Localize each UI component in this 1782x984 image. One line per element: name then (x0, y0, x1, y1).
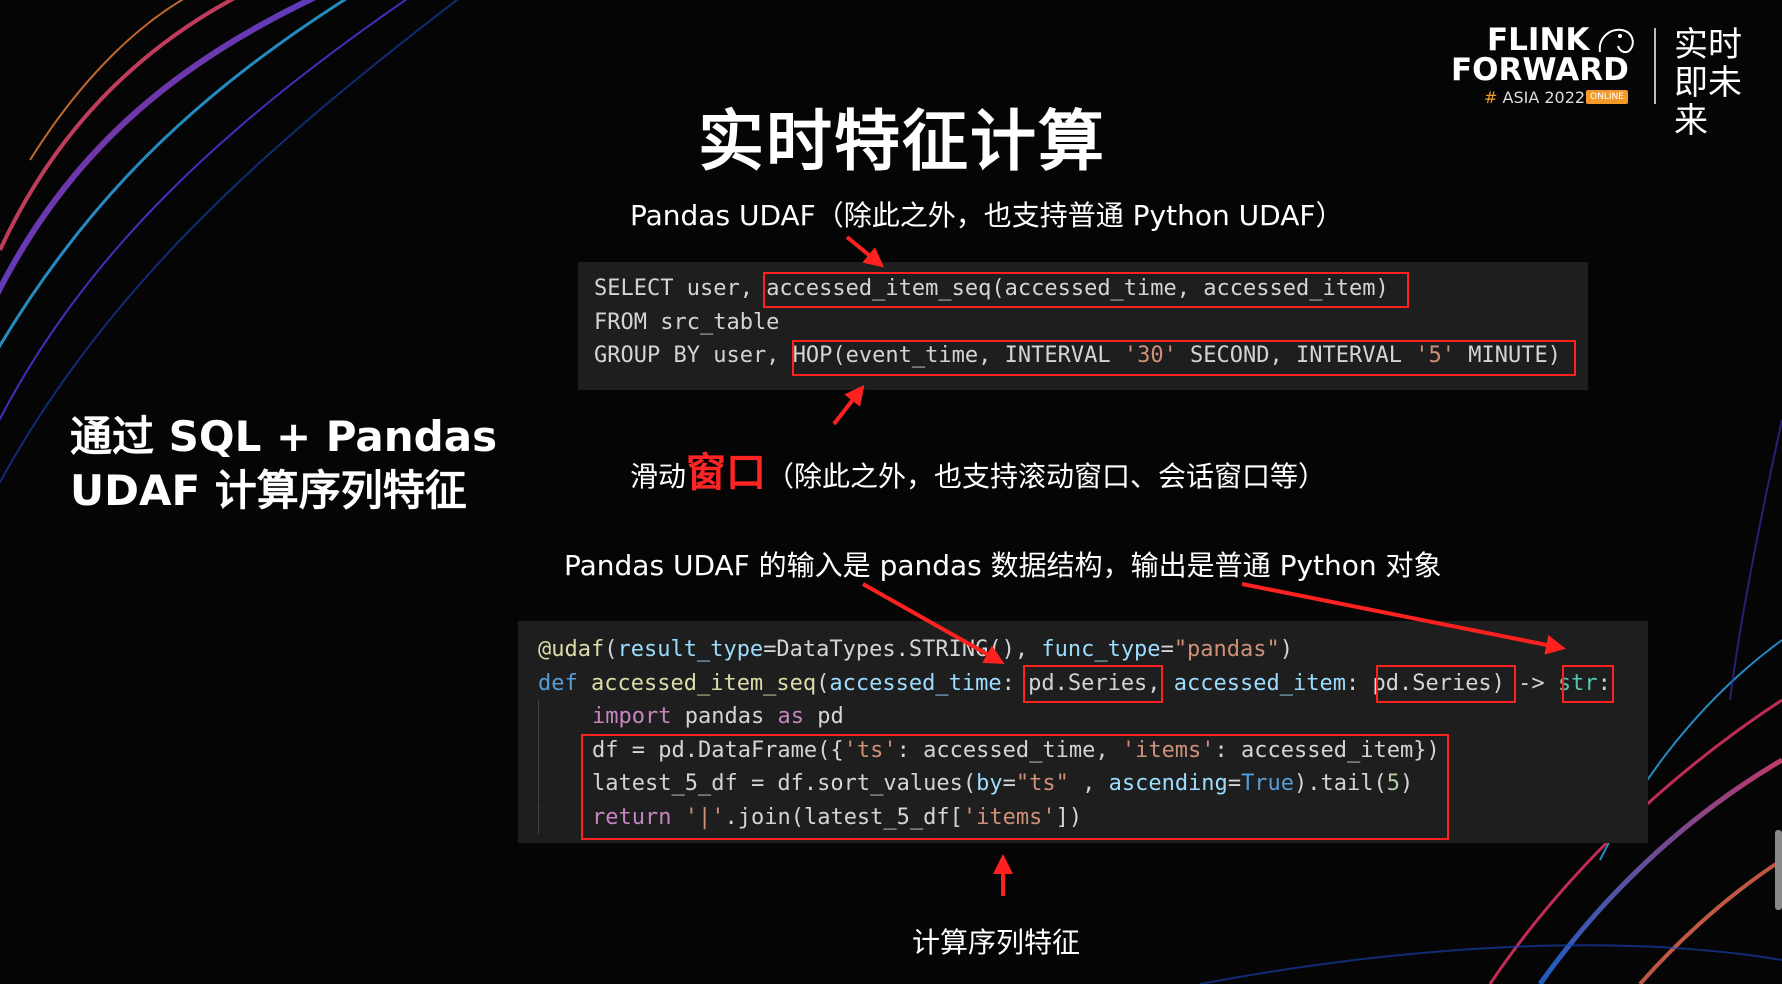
highlight-return-type (1562, 665, 1614, 703)
annotation-window-suffix: （除此之外，也支持滚动窗口、会话窗口等） (766, 460, 1327, 493)
slide-title: 实时特征计算 (698, 103, 1106, 180)
code-line: @udaf(result_type=DataTypes.STRING(), fu… (538, 633, 1628, 667)
annotation-compute-sequence: 计算序列特征 (912, 926, 1081, 959)
code-line: FROM src_table (594, 306, 1572, 340)
code-token: result_type (617, 637, 764, 662)
code-token: SELECT user, (594, 276, 767, 301)
code-token: ( (816, 670, 830, 696)
online-badge: ONLINE (1586, 90, 1628, 104)
highlight-hop-window (792, 340, 1576, 376)
logo-divider (1654, 28, 1656, 104)
highlight-input-type-1 (1023, 665, 1163, 703)
scrollbar[interactable] (1775, 830, 1782, 910)
code-token: pd (803, 704, 844, 729)
code-token: @udaf (538, 637, 605, 662)
highlight-function-body (581, 734, 1449, 840)
code-token: func_type (1041, 637, 1161, 662)
code-token: = (1160, 637, 1174, 662)
code-token: accessed_item (1173, 670, 1346, 696)
code-token: accessed_time (829, 670, 1002, 696)
side-title: 通过 SQL + Pandas UDAF 计算序列特征 (70, 412, 498, 515)
annotation-pandas-udaf: Pandas UDAF（除此之外，也支持普通 Python UDAF） (630, 199, 1344, 232)
highlight-input-type-2 (1376, 665, 1516, 703)
logo-hash: # (1484, 88, 1498, 107)
annotation-window-word: 窗口 (686, 450, 767, 496)
logo-asia-year: ASIA 2022 (1502, 88, 1586, 107)
code-token: "pandas" (1173, 637, 1280, 662)
slide-canvas: FLINK FORWARD # ASIA 2022 ONLINE 实时即未来 实… (0, 0, 1782, 984)
flink-forward-logo: FLINK FORWARD # ASIA 2022 ONLINE 实时即未来 (1440, 22, 1770, 140)
highlight-udaf-call (763, 272, 1409, 308)
code-token: =DataTypes.STRING(), (763, 637, 1042, 662)
code-token: accessed_item_seq (577, 670, 817, 696)
logo-text-forward: FORWARD (1451, 52, 1629, 88)
code-token: FROM src_table (594, 309, 780, 335)
annotation-sliding-window: 滑动窗口（除此之外，也支持滚动窗口、会话窗口等） (630, 440, 1326, 498)
code-line: import pandas as pd (538, 700, 1628, 734)
indent-guide (538, 700, 592, 733)
logo-slogan: 实时即未来 (1674, 25, 1742, 141)
logo-subtitle: # ASIA 2022 (1484, 88, 1585, 107)
code-token: as (777, 704, 804, 729)
code-token: GROUP BY user, (594, 343, 793, 368)
code-token: ) (1279, 637, 1294, 662)
code-token: ( (604, 637, 618, 662)
annotation-io-types: Pandas UDAF 的输入是 pandas 数据结构，输出是普通 Pytho… (564, 549, 1442, 582)
code-token: import (592, 704, 672, 729)
code-token: def (538, 670, 578, 696)
annotation-window-prefix: 滑动 (630, 460, 687, 493)
code-token: pandas (671, 704, 778, 729)
